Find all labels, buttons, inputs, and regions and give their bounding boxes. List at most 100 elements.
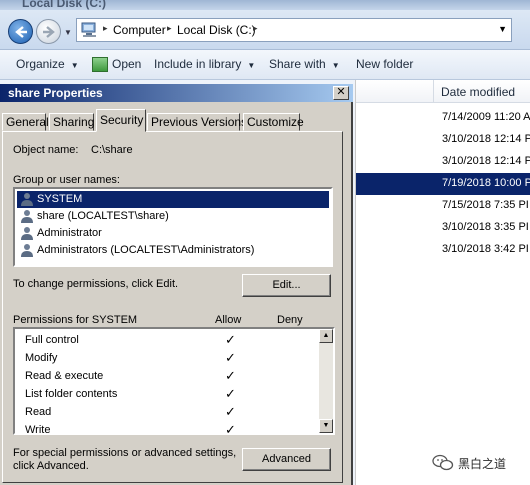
explorer-title-bar: Local Disk (C:) — [0, 0, 530, 10]
special-permissions-text-line2: click Advanced. — [13, 460, 89, 472]
permission-row: Write ✓ — [15, 421, 315, 435]
edit-button[interactable]: Edit... — [242, 274, 331, 297]
breadcrumb-computer[interactable]: Computer — [113, 23, 166, 37]
organize-label: Organize — [16, 57, 65, 71]
file-row[interactable]: 7/14/2009 11:20 A — [356, 107, 530, 129]
user-group-icon — [21, 244, 33, 257]
permission-name: Modify — [25, 352, 58, 364]
close-button[interactable]: ✕ — [333, 86, 349, 100]
forward-button[interactable] — [36, 19, 61, 44]
column-header-row: Date modified — [356, 80, 530, 103]
deny-column-header: Deny — [277, 314, 303, 326]
group-list-item[interactable]: SYSTEM — [17, 191, 329, 208]
organize-button[interactable]: Organize ▼ — [16, 57, 79, 71]
permissions-for-label: Permissions for SYSTEM — [13, 314, 138, 326]
address-dropdown-icon[interactable]: ▼ — [498, 24, 507, 34]
share-properties-dialog: share Properties ✕ General Sharing Secur… — [0, 84, 353, 485]
file-row[interactable]: 3/10/2018 3:35 PI — [356, 217, 530, 239]
column-divider[interactable] — [433, 80, 434, 103]
group-name: SYSTEM — [37, 193, 83, 205]
scroll-up-icon[interactable]: ▲ — [319, 329, 333, 343]
breadcrumb-separator-icon[interactable]: ▸ — [103, 23, 108, 34]
allow-column-header: Allow — [215, 314, 242, 326]
group-list-item[interactable]: share (LOCALTEST\share) — [17, 208, 329, 225]
special-permissions-text-line1: For special permissions or advanced sett… — [13, 447, 237, 459]
allow-checkmark-icon: ✓ — [225, 386, 236, 401]
file-list: Date modified 7/14/2009 11:20 A 3/10/2018… — [355, 80, 530, 485]
tab-sharing[interactable]: Sharing — [49, 113, 94, 131]
file-date-modified: 3/10/2018 3:42 PI — [442, 243, 529, 255]
tab-previous-versions[interactable]: Previous Versions — [147, 113, 247, 131]
back-arrow-icon — [15, 26, 27, 38]
tab-security[interactable]: Security — [96, 109, 146, 132]
close-icon: ✕ — [336, 86, 346, 98]
command-bar: Organize ▼ Open Include in library ▼ Share… — [0, 50, 530, 80]
scroll-down-icon[interactable]: ▼ — [319, 419, 333, 433]
group-list-item[interactable]: Administrator — [17, 225, 329, 242]
dialog-title: share Properties — [8, 86, 103, 100]
permission-name: Write — [25, 424, 51, 435]
share-with-button[interactable]: Share with ▼ — [269, 57, 340, 71]
group-name: Administrator — [37, 227, 102, 239]
group-user-list[interactable]: SYSTEM share (LOCALTEST\share) Administrat… — [13, 187, 333, 267]
share-with-label: Share with — [269, 57, 326, 71]
file-date-modified: 3/10/2018 3:35 PI — [442, 221, 529, 233]
file-row[interactable]: 3/10/2018 3:42 PI — [356, 239, 530, 261]
user-group-icon — [21, 193, 33, 206]
permission-row: List folder contents ✓ — [15, 385, 315, 403]
permission-row: Full control ✓ — [15, 331, 315, 349]
open-button[interactable]: Open — [112, 57, 141, 71]
explorer-title: Local Disk (C:) — [22, 0, 107, 10]
file-date-modified: 7/14/2009 11:20 A — [442, 111, 530, 123]
file-row[interactable]: 3/10/2018 12:14 P — [356, 151, 530, 173]
watermark-text: 黑白之道 — [458, 457, 507, 471]
back-button[interactable] — [8, 19, 33, 44]
breadcrumb-separator-icon[interactable]: ▸ — [253, 23, 258, 34]
file-row[interactable]: 7/19/2018 10:00 P — [356, 173, 530, 195]
security-tab-panel: Object name: C:\share Group or user name… — [2, 131, 343, 483]
permission-row: Modify ✓ — [15, 349, 315, 367]
permission-name: Read & execute — [25, 370, 104, 382]
permission-name: Read — [25, 406, 52, 418]
breadcrumb-local-disk[interactable]: Local Disk (C:) — [177, 23, 256, 37]
permission-row: Read & execute ✓ — [15, 367, 315, 385]
group-name: share (LOCALTEST\share) — [37, 210, 169, 222]
allow-checkmark-icon: ✓ — [225, 350, 236, 365]
file-row[interactable]: 3/10/2018 12:14 P — [356, 129, 530, 151]
permission-row: Read ✓ — [15, 403, 315, 421]
include-in-library-label: Include in library — [154, 57, 242, 71]
file-date-modified: 3/10/2018 12:14 P — [442, 133, 530, 145]
breadcrumb-separator-icon[interactable]: ▸ — [167, 23, 172, 34]
group-name: Administrators (LOCALTEST\Administrators… — [37, 244, 255, 256]
permissions-list: Full control ✓ Modify ✓ Read & execute ✓ List … — [13, 327, 335, 435]
address-bar[interactable]: ▸ Computer ▸ Local Disk (C:) ▸ ▼ — [76, 18, 512, 42]
wechat-icon — [432, 454, 454, 471]
chevron-down-icon: ▼ — [247, 61, 256, 70]
file-row[interactable]: 7/15/2018 7:35 PI — [356, 195, 530, 217]
recent-pages-dropdown-icon[interactable]: ▼ — [64, 28, 72, 37]
user-group-icon — [21, 227, 33, 240]
chevron-down-icon: ▼ — [331, 61, 340, 70]
tab-customize[interactable]: Customize — [243, 113, 304, 131]
column-date-modified[interactable]: Date modified — [441, 85, 515, 99]
navigation-bar: ▼ ▸ Computer ▸ Local Disk (C:) ▸ ▼ — [0, 10, 530, 50]
watermark: 黑白之道 — [430, 452, 530, 476]
allow-checkmark-icon: ✓ — [225, 404, 236, 419]
user-group-icon — [21, 210, 33, 223]
allow-checkmark-icon: ✓ — [225, 368, 236, 383]
chevron-down-icon: ▼ — [70, 61, 79, 70]
computer-icon — [81, 22, 96, 37]
dialog-title-bar[interactable]: share Properties ✕ — [0, 84, 353, 102]
group-list-item[interactable]: Administrators (LOCALTEST\Administrators… — [17, 242, 329, 259]
permissions-scrollbar[interactable]: ▲ ▼ — [319, 329, 333, 433]
group-or-user-names-label: Group or user names: — [13, 174, 120, 186]
tab-general[interactable]: General — [2, 113, 49, 131]
new-folder-button[interactable]: New folder — [356, 57, 413, 71]
file-date-modified: 7/15/2018 7:35 PI — [442, 199, 529, 211]
allow-checkmark-icon: ✓ — [225, 332, 236, 347]
include-in-library-button[interactable]: Include in library ▼ — [154, 57, 255, 71]
object-name-value: C:\share — [91, 144, 133, 156]
advanced-button[interactable]: Advanced — [242, 448, 331, 471]
change-permissions-text: To change permissions, click Edit. — [13, 278, 179, 290]
object-name-label: Object name: — [13, 144, 79, 156]
